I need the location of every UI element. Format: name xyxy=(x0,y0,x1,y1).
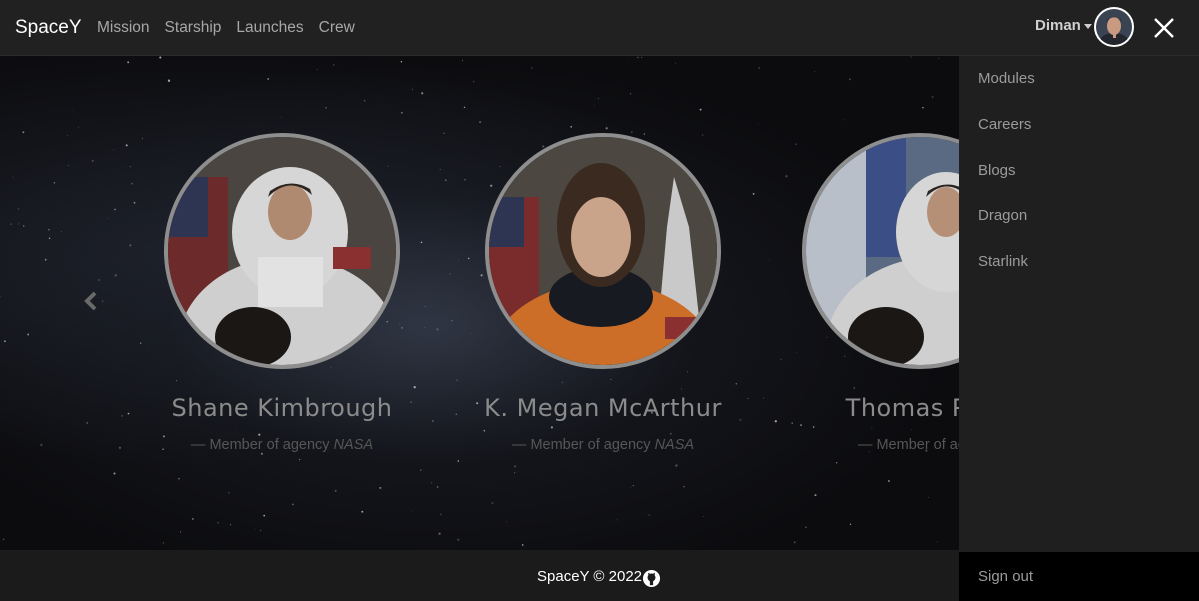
crew-photo xyxy=(802,133,959,369)
sign-out-bar: Sign out xyxy=(959,552,1199,601)
agency-name: NASA xyxy=(654,437,695,453)
crew-name: Thomas Pes xyxy=(845,394,959,422)
agency-prefix: — Member of agency xyxy=(190,437,330,453)
side-menu: Modules Careers Blogs Dragon Starlink xyxy=(959,56,1199,552)
crew-agency: — Member of agency NASA xyxy=(470,437,736,453)
agency-prefix: — Member of agency xyxy=(511,437,651,453)
crew-agency: — Member of agency NASA xyxy=(162,437,402,453)
user-name: Diman xyxy=(1035,17,1081,34)
footer: SpaceY © 2022 xyxy=(0,550,959,601)
nav-link-mission[interactable]: Mission xyxy=(97,19,150,37)
brand-logo[interactable]: SpaceY xyxy=(15,17,82,39)
footer-copyright: SpaceY © 2022 xyxy=(537,568,643,585)
crew-photo xyxy=(164,133,400,369)
side-menu-item-careers[interactable]: Careers xyxy=(978,116,1031,133)
crew-agency: — Member of agen xyxy=(800,437,959,453)
crew-name: K. Megan McArthur xyxy=(484,394,722,422)
nav-link-starship[interactable]: Starship xyxy=(165,19,222,37)
crew-photo xyxy=(485,133,721,369)
crew-card[interactable]: K. Megan McArthur — Member of agency NAS… xyxy=(470,133,736,453)
side-menu-item-starlink[interactable]: Starlink xyxy=(978,253,1028,270)
side-menu-item-blogs[interactable]: Blogs xyxy=(978,162,1016,179)
crew-card[interactable]: Thomas Pes — Member of agen xyxy=(800,133,959,453)
top-navbar: SpaceY Mission Starship Launches Crew Di… xyxy=(0,0,1199,56)
caret-down-icon xyxy=(1083,23,1092,29)
agency-name: NASA xyxy=(333,437,374,453)
crew-name: Shane Kimbrough xyxy=(171,394,393,422)
nav-link-launches[interactable]: Launches xyxy=(236,19,303,37)
avatar[interactable] xyxy=(1094,7,1134,47)
close-icon[interactable] xyxy=(1150,14,1178,42)
chevron-left-icon[interactable] xyxy=(82,290,100,312)
github-icon[interactable] xyxy=(642,569,661,588)
user-menu-toggle[interactable]: Diman xyxy=(1035,17,1092,34)
crew-card[interactable]: Shane Kimbrough — Member of agency NASA xyxy=(162,133,402,453)
nav-link-crew[interactable]: Crew xyxy=(319,19,355,37)
side-menu-item-dragon[interactable]: Dragon xyxy=(978,207,1027,224)
side-menu-item-modules[interactable]: Modules xyxy=(978,70,1035,87)
agency-prefix: — Member of agen xyxy=(857,437,959,453)
crew-carousel: Shane Kimbrough — Member of agency NASA … xyxy=(0,56,959,550)
nav-links: Mission Starship Launches Crew xyxy=(97,19,355,37)
sign-out-button[interactable]: Sign out xyxy=(978,568,1033,585)
